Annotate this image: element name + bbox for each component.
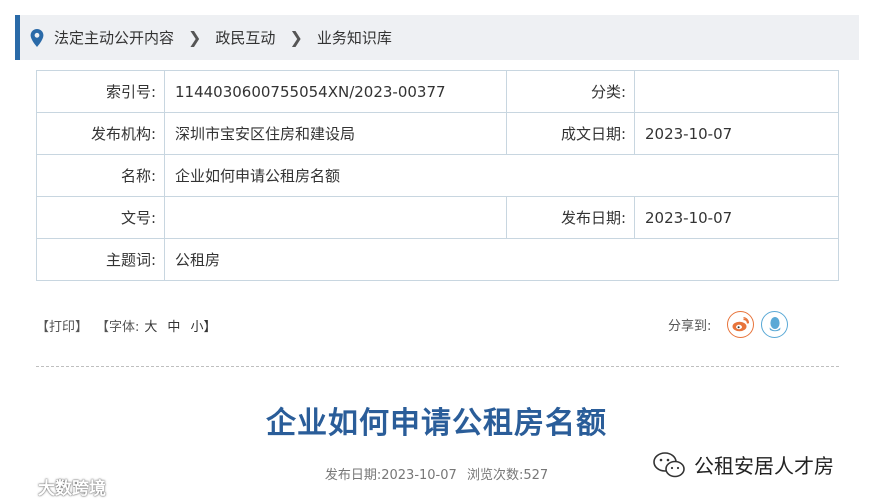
document-meta-table: 索引号: 1144030600755054XN/2023-00377 分类: 发…: [36, 70, 839, 281]
dashed-divider: [36, 366, 839, 367]
font-medium-button[interactable]: 中: [167, 316, 180, 335]
index-label: 索引号:: [36, 70, 165, 113]
brand-logo-icon: [6, 479, 34, 494]
meta-row-publisher: 发布机构: 深圳市宝安区住房和建设局 成文日期: 2023-10-07: [36, 112, 839, 155]
category-value: [634, 70, 839, 113]
font-small-button[interactable]: 小】: [190, 316, 216, 335]
publisher-value: 深圳市宝安区住房和建设局: [164, 112, 507, 155]
breadcrumb-item-knowledge-base[interactable]: 业务知识库: [317, 27, 392, 48]
wechat-icon: [653, 451, 685, 477]
breadcrumb-item-public-content[interactable]: 法定主动公开内容: [54, 27, 174, 48]
meta-row-docno: 文号: 发布日期: 2023-10-07: [36, 196, 839, 239]
print-button[interactable]: 【打印】: [36, 316, 88, 335]
chevron-right-icon: ❯: [188, 28, 202, 47]
font-size-label: 【字体:: [96, 320, 140, 335]
qq-share-icon[interactable]: [761, 310, 789, 338]
meta-row-name: 名称: 企业如何申请公租房名额: [36, 154, 839, 197]
watermark-left-text: 大数跨境: [38, 479, 106, 499]
doc-number-label: 文号:: [36, 196, 165, 239]
breadcrumb-item-interaction[interactable]: 政民互动: [215, 27, 275, 48]
meta-row-index: 索引号: 1144030600755054XN/2023-00377 分类:: [36, 70, 839, 113]
published-date-value: 2023-10-07: [634, 196, 839, 239]
location-pin-icon: [30, 28, 44, 47]
article-title: 企业如何申请公租房名额: [266, 406, 607, 441]
watermark-left: 大数跨境: [6, 474, 106, 499]
watermark-right-text: 公租安居人才房: [694, 454, 834, 478]
font-large-button[interactable]: 大: [144, 316, 157, 335]
chevron-right-icon: ❯: [289, 28, 303, 47]
keyword-label: 主题词:: [36, 238, 165, 281]
page-tools: 【打印】 【字体: 大 中 小】: [36, 316, 221, 335]
index-value: 1144030600755054XN/2023-00377: [164, 70, 507, 113]
share-bar: 分享到:: [668, 310, 789, 338]
article-view-count: 浏览次数:527: [466, 468, 549, 483]
publisher-label: 发布机构:: [36, 112, 165, 155]
created-date-value: 2023-10-07: [634, 112, 839, 155]
name-label: 名称:: [36, 154, 165, 197]
meta-row-keyword: 主题词: 公租房: [36, 238, 839, 281]
share-label: 分享到:: [668, 318, 712, 334]
breadcrumb: 法定主动公开内容 ❯ 政民互动 ❯ 业务知识库: [15, 15, 859, 60]
keyword-value: 公租房: [164, 238, 839, 281]
category-label: 分类:: [506, 70, 635, 113]
published-date-label: 发布日期:: [506, 196, 635, 239]
weibo-share-icon[interactable]: [727, 310, 755, 338]
doc-number-value: [164, 196, 507, 239]
article-pub-date: 发布日期:2023-10-07: [324, 468, 457, 483]
name-value: 企业如何申请公租房名额: [164, 154, 839, 197]
watermark-right: 公租安居人才房: [652, 450, 834, 479]
created-date-label: 成文日期:: [506, 112, 635, 155]
